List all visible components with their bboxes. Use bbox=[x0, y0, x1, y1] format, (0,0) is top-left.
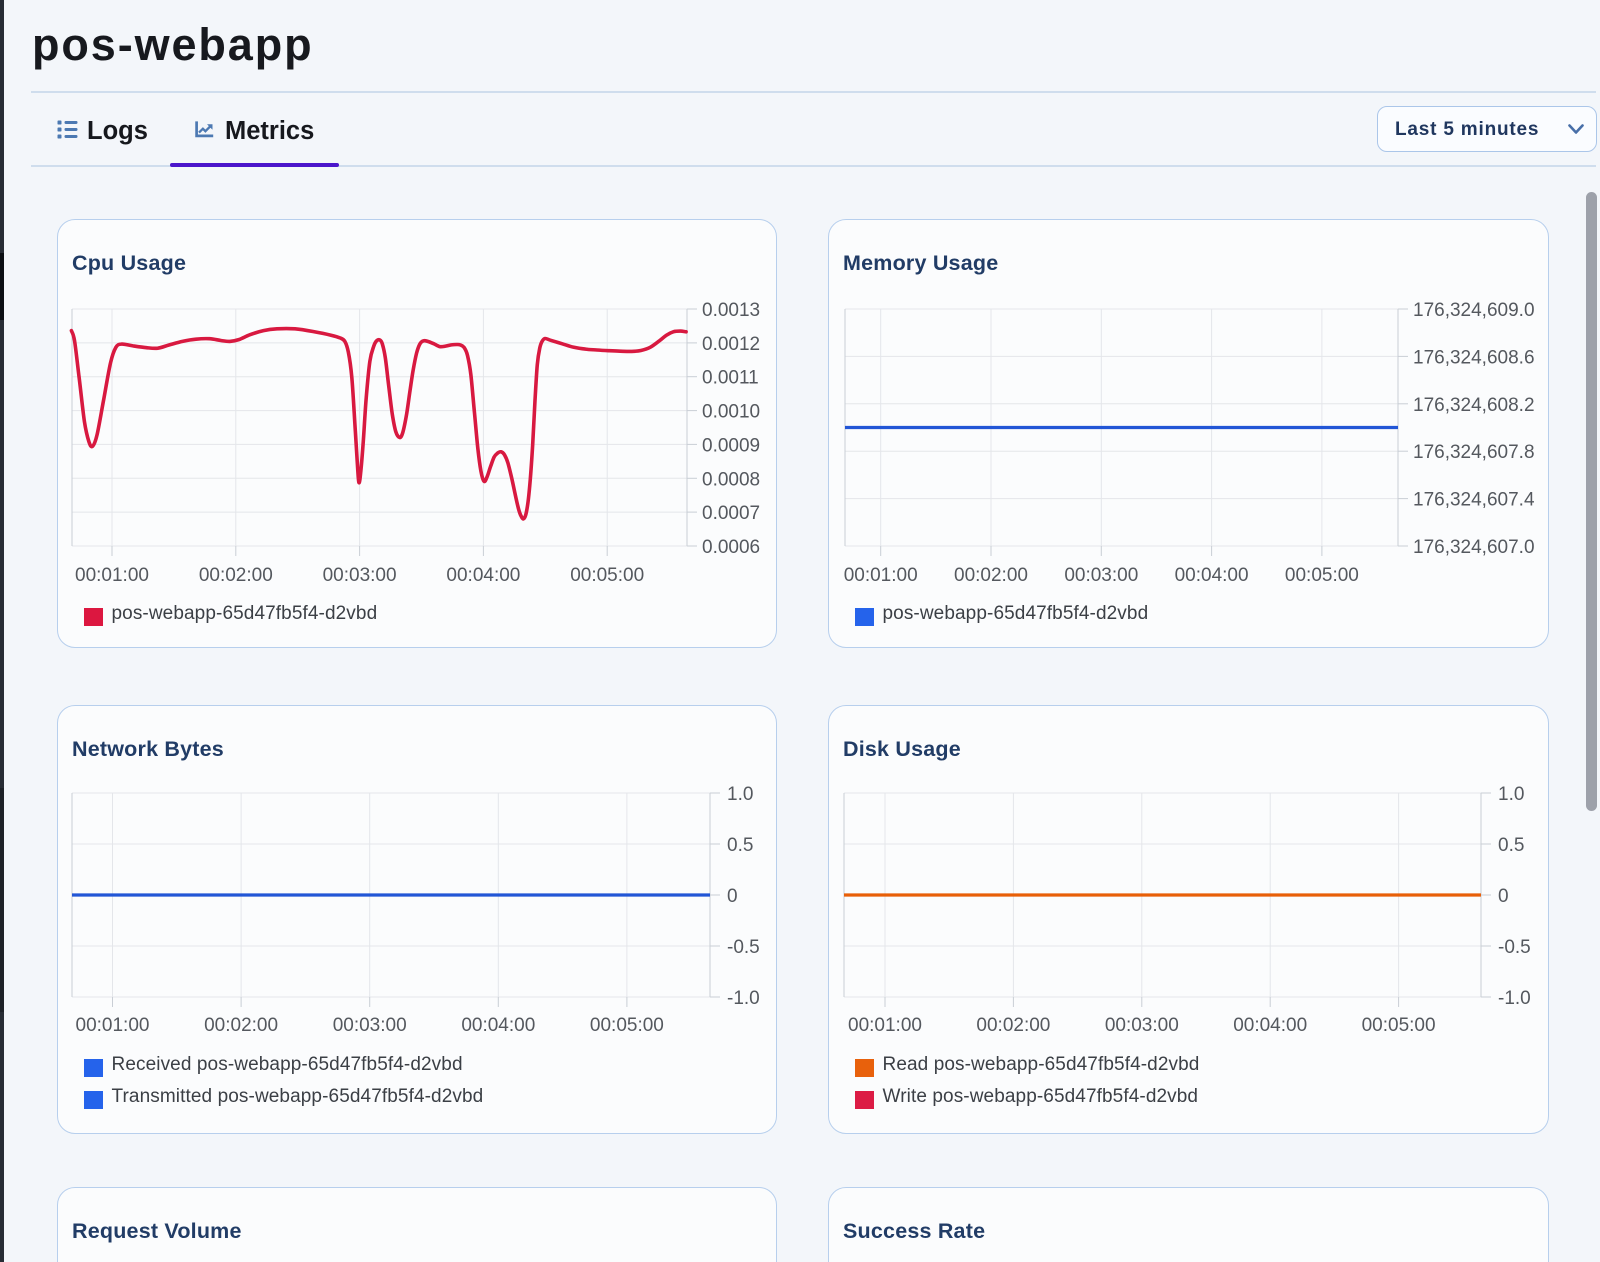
svg-text:0: 0 bbox=[727, 886, 738, 907]
svg-text:176,324,607.8: 176,324,607.8 bbox=[1413, 442, 1535, 463]
svg-text:0.0006: 0.0006 bbox=[702, 537, 760, 558]
svg-text:00:04:00: 00:04:00 bbox=[446, 565, 520, 586]
svg-text:176,324,609.0: 176,324,609.0 bbox=[1413, 300, 1535, 321]
svg-text:176,324,608.2: 176,324,608.2 bbox=[1413, 395, 1535, 416]
svg-text:00:02:00: 00:02:00 bbox=[954, 565, 1028, 586]
svg-text:0.0008: 0.0008 bbox=[702, 469, 760, 490]
svg-text:0.0007: 0.0007 bbox=[702, 503, 760, 524]
svg-text:00:03:00: 00:03:00 bbox=[333, 1015, 407, 1036]
svg-text:176,324,607.0: 176,324,607.0 bbox=[1413, 537, 1535, 558]
svg-text:0: 0 bbox=[1498, 886, 1509, 907]
svg-text:00:01:00: 00:01:00 bbox=[76, 1015, 150, 1036]
svg-text:-0.5: -0.5 bbox=[727, 937, 760, 958]
svg-text:0.5: 0.5 bbox=[1498, 835, 1524, 856]
svg-text:-1.0: -1.0 bbox=[1498, 988, 1531, 1009]
svg-text:0.0013: 0.0013 bbox=[702, 300, 760, 321]
svg-text:00:01:00: 00:01:00 bbox=[848, 1015, 922, 1036]
svg-text:0.5: 0.5 bbox=[727, 835, 753, 856]
svg-text:00:04:00: 00:04:00 bbox=[1175, 565, 1249, 586]
svg-text:0.0010: 0.0010 bbox=[702, 402, 760, 423]
svg-text:0.0011: 0.0011 bbox=[702, 368, 759, 389]
svg-text:00:05:00: 00:05:00 bbox=[1362, 1015, 1436, 1036]
svg-text:0.0009: 0.0009 bbox=[702, 435, 760, 456]
svg-text:00:01:00: 00:01:00 bbox=[844, 565, 918, 586]
svg-text:00:01:00: 00:01:00 bbox=[75, 565, 149, 586]
svg-text:00:05:00: 00:05:00 bbox=[570, 565, 644, 586]
svg-text:176,324,607.4: 176,324,607.4 bbox=[1413, 490, 1535, 511]
svg-text:00:04:00: 00:04:00 bbox=[1233, 1015, 1307, 1036]
svg-text:00:02:00: 00:02:00 bbox=[204, 1015, 278, 1036]
svg-text:0.0012: 0.0012 bbox=[702, 334, 760, 355]
svg-text:00:02:00: 00:02:00 bbox=[199, 565, 273, 586]
svg-text:176,324,608.6: 176,324,608.6 bbox=[1413, 347, 1535, 368]
svg-text:-1.0: -1.0 bbox=[727, 988, 760, 1009]
svg-text:1.0: 1.0 bbox=[1498, 784, 1524, 805]
svg-text:00:05:00: 00:05:00 bbox=[1285, 565, 1359, 586]
svg-text:00:05:00: 00:05:00 bbox=[590, 1015, 664, 1036]
svg-text:00:03:00: 00:03:00 bbox=[1105, 1015, 1179, 1036]
svg-text:00:03:00: 00:03:00 bbox=[323, 565, 397, 586]
svg-text:00:04:00: 00:04:00 bbox=[461, 1015, 535, 1036]
svg-text:00:03:00: 00:03:00 bbox=[1064, 565, 1138, 586]
svg-text:00:02:00: 00:02:00 bbox=[976, 1015, 1050, 1036]
svg-text:-0.5: -0.5 bbox=[1498, 937, 1531, 958]
svg-text:1.0: 1.0 bbox=[727, 784, 753, 805]
